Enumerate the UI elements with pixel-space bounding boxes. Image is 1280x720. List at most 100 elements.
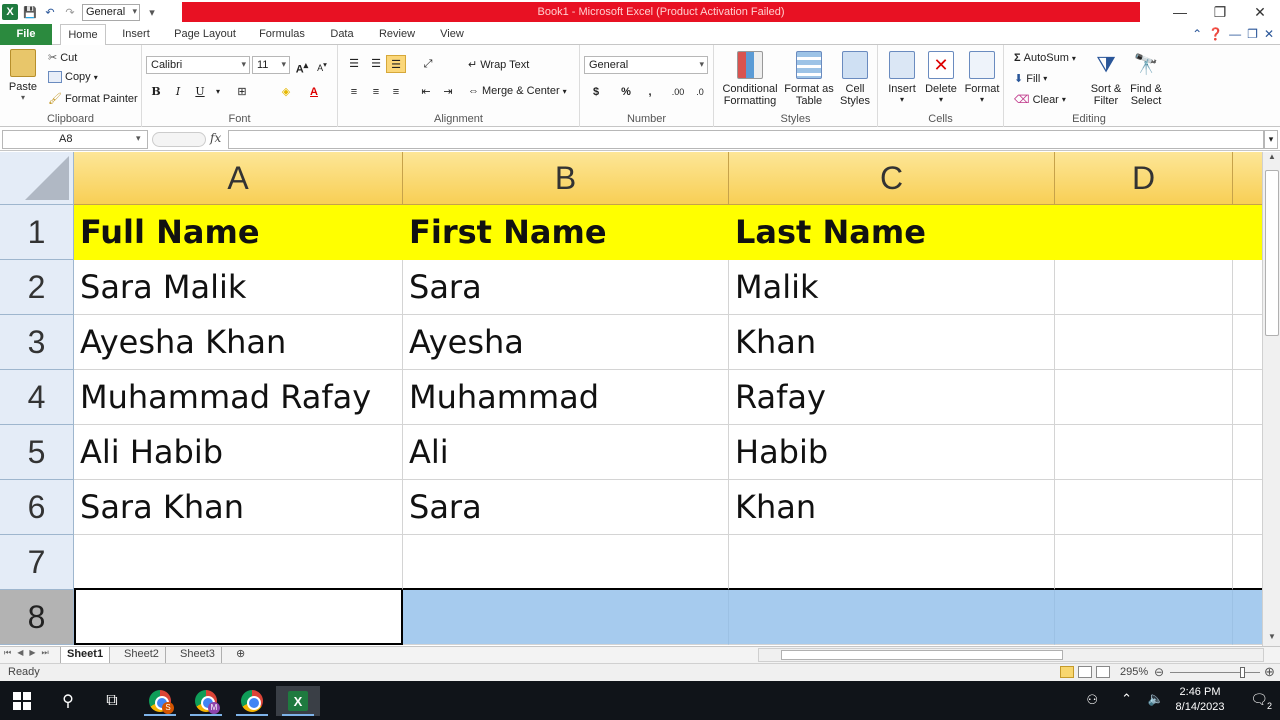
cell-c1[interactable]: Last Name [729, 205, 1055, 260]
chrome-profile-s-icon[interactable]: S [138, 686, 182, 716]
next-sheet-icon[interactable]: ▶ [29, 648, 35, 658]
page-layout-view-icon[interactable] [1078, 666, 1092, 678]
cell-e5[interactable] [1233, 425, 1262, 480]
cell-c4[interactable]: Rafay [729, 370, 1055, 425]
save-icon[interactable]: 💾 [22, 4, 38, 20]
cell-a7[interactable] [74, 535, 403, 590]
align-right-icon[interactable]: ≡ [386, 83, 406, 101]
grow-font-icon[interactable]: A▴ [292, 56, 312, 76]
cell-b8[interactable] [403, 590, 729, 645]
cell-c8[interactable] [729, 590, 1055, 645]
qat-number-format-combo[interactable]: General [82, 3, 140, 21]
vertical-scrollbar[interactable]: ▲ ▼ [1262, 152, 1280, 646]
cell-b4[interactable]: Muhammad [403, 370, 729, 425]
row-header-1[interactable]: 1 [0, 205, 74, 260]
borders-icon[interactable]: ⊞ [232, 83, 252, 101]
tab-insert[interactable]: Insert [114, 24, 158, 45]
clock[interactable]: 2:46 PM 8/14/2023 [1170, 685, 1230, 715]
cut-button[interactable]: ✂ Cut [48, 51, 77, 65]
formula-bar-resize-handle[interactable] [152, 132, 206, 147]
insert-sheet-icon[interactable]: ⊕ [230, 647, 251, 663]
name-box-dropdown-icon[interactable]: ▾ [136, 133, 141, 144]
zoom-in-icon[interactable]: ⊕ [1264, 664, 1275, 680]
font-color-icon[interactable]: A [304, 83, 324, 101]
align-center-icon[interactable]: ≡ [366, 83, 386, 101]
cell-a4[interactable]: Muhammad Rafay [74, 370, 403, 425]
fill-color-icon[interactable]: ◈ [276, 83, 296, 101]
name-box[interactable]: A8 [2, 130, 148, 149]
row-header-5[interactable]: 5 [0, 425, 74, 480]
column-header-e[interactable] [1233, 152, 1262, 205]
tab-formulas[interactable]: Formulas [252, 24, 312, 45]
align-top-icon[interactable]: ☰ [344, 55, 364, 73]
close-icon[interactable]: ✕ [1240, 0, 1280, 24]
sheet-tab-sheet1[interactable]: Sheet1 [60, 647, 111, 663]
cell-a1[interactable]: Full Name [74, 205, 403, 260]
percent-button[interactable]: % [616, 83, 636, 101]
prev-sheet-icon[interactable]: ◀ [17, 648, 23, 658]
row-header-2[interactable]: 2 [0, 260, 74, 315]
tab-home[interactable]: Home [60, 24, 106, 46]
formula-input[interactable] [228, 130, 1264, 149]
cell-d2[interactable] [1055, 260, 1233, 315]
minimize-icon[interactable]: — [1160, 0, 1200, 24]
font-name-combo[interactable]: Calibri [146, 56, 250, 74]
restore-icon[interactable]: ❐ [1200, 0, 1240, 24]
show-hidden-icons-icon[interactable]: ⌃ [1121, 691, 1132, 707]
cell-d8[interactable] [1055, 590, 1233, 645]
excel-taskbar-icon[interactable]: X [276, 686, 320, 716]
font-size-combo[interactable]: 11 [252, 56, 290, 74]
autosum-button[interactable]: Σ AutoSum ▾ [1014, 52, 1076, 64]
cell-styles-button[interactable]: Cell Styles [836, 51, 874, 107]
align-left-icon[interactable]: ≡ [344, 83, 364, 101]
page-break-view-icon[interactable] [1096, 666, 1110, 678]
zoom-level[interactable]: 295% [1120, 666, 1148, 678]
align-bottom-icon[interactable]: ☰ [386, 55, 406, 73]
wrap-text-button[interactable]: ↵ Wrap Text [468, 58, 529, 72]
horizontal-scrollbar[interactable] [758, 648, 1264, 662]
comma-button[interactable]: , [640, 83, 660, 101]
cell-e1[interactable] [1233, 205, 1262, 260]
increase-decimal-icon[interactable]: .00 [668, 83, 688, 101]
volume-icon[interactable]: 🔈 [1148, 691, 1164, 707]
horizontal-scroll-thumb[interactable] [781, 650, 1063, 660]
row-header-8[interactable]: 8 [0, 590, 74, 645]
cell-e8[interactable] [1233, 590, 1262, 645]
minimize-ribbon-icon[interactable]: ⌃ [1192, 27, 1202, 41]
column-header-a[interactable]: A [74, 152, 403, 205]
cell-d6[interactable] [1055, 480, 1233, 535]
undo-icon[interactable]: ↶ [42, 4, 58, 20]
redo-icon[interactable]: ↷ [62, 4, 78, 20]
people-icon[interactable]: ⚇ [1086, 692, 1098, 708]
insert-cells-button[interactable]: Insert ▾ [884, 51, 920, 104]
cell-b1[interactable]: First Name [403, 205, 729, 260]
help-icon[interactable]: ❓ [1208, 27, 1223, 41]
cell-c3[interactable]: Khan [729, 315, 1055, 370]
underline-dropdown-icon[interactable]: ▾ [208, 83, 228, 101]
normal-view-icon[interactable] [1060, 666, 1074, 678]
customize-qat-icon[interactable]: ▾ [144, 4, 160, 20]
paste-button[interactable]: Paste ▾ [8, 49, 38, 102]
cell-d7[interactable] [1055, 535, 1233, 590]
zoom-slider[interactable] [1170, 672, 1260, 673]
align-middle-icon[interactable]: ☰ [366, 55, 386, 73]
bold-button[interactable]: B [146, 83, 166, 101]
cell-c5[interactable]: Habib [729, 425, 1055, 480]
sheet-tab-sheet3[interactable]: Sheet3 [174, 647, 222, 663]
cell-e7[interactable] [1233, 535, 1262, 590]
cell-c7[interactable] [729, 535, 1055, 590]
shrink-font-icon[interactable]: A▾ [312, 56, 332, 74]
fill-button[interactable]: ⬇ Fill ▾ [1014, 72, 1047, 86]
orientation-icon[interactable]: ⤢ [418, 55, 438, 73]
select-all-corner[interactable] [0, 152, 74, 205]
column-header-d[interactable]: D [1055, 152, 1233, 205]
scroll-down-icon[interactable]: ▼ [1265, 632, 1279, 646]
currency-button[interactable]: $ [586, 83, 606, 101]
cell-a2[interactable]: Sara Malik [74, 260, 403, 315]
scroll-up-icon[interactable]: ▲ [1265, 152, 1279, 166]
clear-button[interactable]: ⌫ Clear ▾ [1014, 93, 1066, 107]
format-as-table-button[interactable]: Format as Table [784, 51, 834, 107]
cell-d1[interactable] [1055, 205, 1233, 260]
tab-review[interactable]: Review [372, 24, 422, 45]
vertical-scroll-thumb[interactable] [1265, 170, 1279, 336]
